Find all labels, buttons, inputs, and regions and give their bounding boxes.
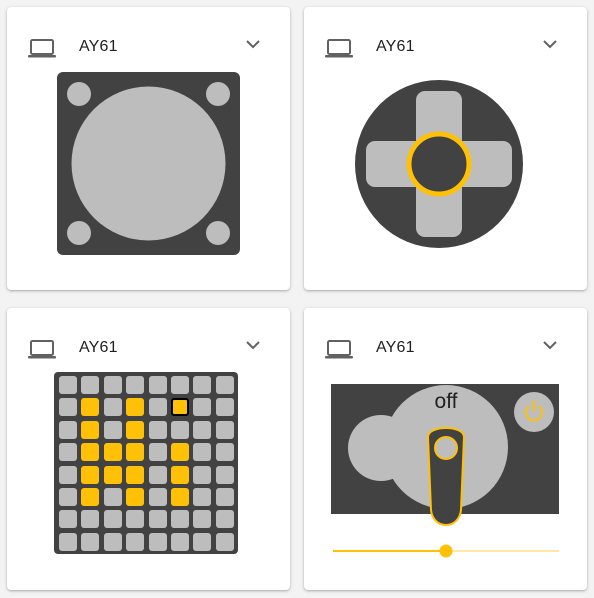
led-cell[interactable]	[59, 376, 77, 394]
led-cell[interactable]	[215, 420, 234, 439]
led-cell[interactable]	[148, 443, 167, 462]
device-name: AY61	[79, 339, 118, 356]
led-cell[interactable]	[215, 532, 234, 551]
led-cell[interactable]	[81, 398, 100, 417]
led-cell[interactable]	[193, 510, 212, 529]
led-cell[interactable]	[126, 510, 145, 529]
led-cell[interactable]	[215, 465, 234, 484]
led-cell[interactable]	[215, 510, 234, 529]
led-cell[interactable]	[126, 465, 145, 484]
device-name: AY61	[376, 38, 415, 55]
stick-pad-surface	[71, 86, 226, 241]
led-cell[interactable]	[170, 420, 189, 439]
led-cell[interactable]	[148, 465, 167, 484]
led-cell[interactable]	[126, 420, 145, 439]
led-cell[interactable]	[193, 465, 212, 484]
led-cell[interactable]	[59, 487, 77, 506]
led-cell[interactable]	[103, 465, 122, 484]
led-cell[interactable]	[103, 532, 122, 551]
led-cell[interactable]	[193, 487, 212, 506]
level-slider[interactable]	[331, 544, 561, 558]
chevron-down-icon[interactable]	[244, 37, 262, 51]
stick-pad-corner	[67, 221, 91, 245]
led-cell[interactable]	[59, 443, 77, 462]
led-cell[interactable]	[148, 398, 167, 417]
led-cell[interactable]	[103, 443, 122, 462]
led-cell[interactable]	[148, 532, 167, 551]
led-cell[interactable]	[81, 420, 100, 439]
led-matrix	[54, 372, 238, 554]
led-cell[interactable]	[59, 532, 77, 551]
led-cell[interactable]	[215, 487, 234, 506]
led-cell[interactable]	[103, 510, 122, 529]
led-cell[interactable]	[193, 376, 212, 394]
laptop-icon	[325, 340, 353, 359]
device-name: AY61	[79, 38, 118, 55]
laptop-icon	[325, 39, 353, 58]
led-cell[interactable]	[59, 510, 77, 529]
led-cell[interactable]	[193, 420, 212, 439]
led-cell[interactable]	[148, 376, 167, 394]
device-card-1: AY61	[7, 7, 290, 290]
chevron-down-icon[interactable]	[541, 37, 559, 51]
led-cell[interactable]	[81, 532, 100, 551]
led-cell[interactable]	[81, 443, 100, 462]
led-cell[interactable]	[148, 487, 167, 506]
card-header: AY61	[304, 7, 587, 87]
led-cell[interactable]	[215, 398, 234, 417]
stick-pad[interactable]	[57, 72, 240, 255]
led-cell[interactable]	[81, 465, 100, 484]
led-cell[interactable]	[170, 465, 189, 484]
led-cell[interactable]	[103, 420, 122, 439]
laptop-icon	[28, 340, 56, 359]
dpad-center-button	[406, 131, 472, 197]
led-cell[interactable]	[59, 465, 77, 484]
card-header: AY61	[304, 308, 587, 388]
toggle-stick-widget: off	[331, 384, 561, 558]
led-cell[interactable]	[148, 510, 167, 529]
led-cell[interactable]	[103, 376, 122, 394]
led-cell[interactable]	[193, 443, 212, 462]
led-cell[interactable]	[170, 487, 189, 506]
led-cell[interactable]	[81, 376, 100, 394]
led-cell[interactable]	[126, 398, 145, 417]
led-cell[interactable]	[81, 487, 100, 506]
laptop-icon	[28, 39, 56, 58]
toggle-stick-knob	[434, 436, 458, 460]
led-cell[interactable]	[126, 443, 145, 462]
led-cell[interactable]	[170, 398, 189, 417]
stick-pad-corner	[206, 221, 230, 245]
led-cell[interactable]	[103, 398, 122, 417]
led-cell[interactable]	[81, 510, 100, 529]
led-cell[interactable]	[215, 443, 234, 462]
led-grid	[54, 372, 238, 554]
device-card-4: AY61 off	[304, 308, 587, 590]
device-card-2: AY61	[304, 7, 587, 290]
led-cell[interactable]	[193, 398, 212, 417]
stick-pad-corner	[206, 82, 230, 106]
led-cell[interactable]	[126, 532, 145, 551]
led-cell[interactable]	[193, 532, 212, 551]
led-cell[interactable]	[126, 487, 145, 506]
led-cell[interactable]	[126, 376, 145, 394]
device-card-3: AY61	[7, 308, 290, 590]
dpad[interactable]	[354, 79, 524, 249]
led-cell[interactable]	[148, 420, 167, 439]
led-cell[interactable]	[59, 398, 77, 417]
led-cell[interactable]	[59, 420, 77, 439]
stick-pad-corner	[67, 82, 91, 106]
toggle-state-label: off	[434, 390, 458, 413]
led-cell[interactable]	[170, 443, 189, 462]
led-cell[interactable]	[170, 376, 189, 394]
chevron-down-icon[interactable]	[244, 338, 262, 352]
slider-thumb	[439, 544, 453, 558]
chevron-down-icon[interactable]	[541, 338, 559, 352]
led-cell[interactable]	[215, 376, 234, 394]
led-cell[interactable]	[170, 532, 189, 551]
led-cell[interactable]	[170, 510, 189, 529]
led-cell[interactable]	[103, 487, 122, 506]
device-name: AY61	[376, 339, 415, 356]
